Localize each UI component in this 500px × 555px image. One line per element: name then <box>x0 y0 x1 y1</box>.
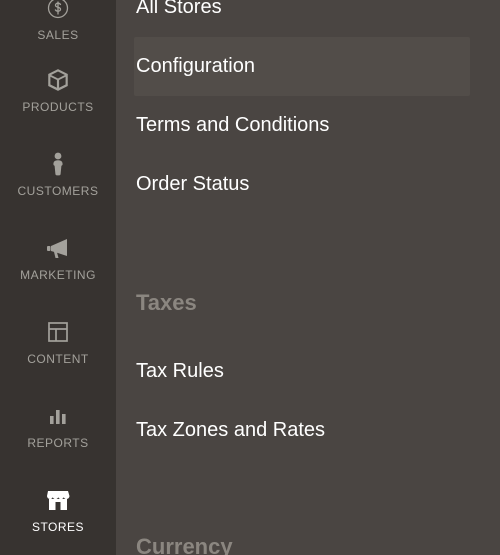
menu-item-label: Configuration <box>136 55 255 78</box>
menu-item-label: Terms and Conditions <box>136 114 329 137</box>
sidebar-label-content: CONTENT <box>27 352 89 366</box>
section-heading-taxes: Taxes <box>136 290 492 316</box>
dollar-icon <box>44 0 72 22</box>
sidebar-label-customers: CUSTOMERS <box>18 184 99 198</box>
main-sidebar: SALES PRODUCTS CUSTOMERS <box>0 0 116 555</box>
box-icon <box>44 66 72 94</box>
layout-icon <box>44 318 72 346</box>
menu-item-order-status[interactable]: Order Status <box>136 155 492 214</box>
sidebar-item-products[interactable]: PRODUCTS <box>0 48 116 132</box>
menu-item-label: All Stores <box>136 0 222 19</box>
bars-icon <box>44 402 72 430</box>
store-icon <box>44 486 72 514</box>
menu-item-configuration[interactable]: Configuration <box>134 37 470 96</box>
menu-item-label: Order Status <box>136 173 249 196</box>
app-root: SALES PRODUCTS CUSTOMERS <box>0 0 500 555</box>
sidebar-item-content[interactable]: CONTENT <box>0 300 116 384</box>
menu-item-label: Tax Zones and Rates <box>136 419 325 442</box>
sidebar-label-products: PRODUCTS <box>22 100 93 114</box>
person-icon <box>44 150 72 178</box>
menu-item-tax-zones-and-rates[interactable]: Tax Zones and Rates <box>136 401 492 460</box>
sidebar-item-sales[interactable]: SALES <box>0 0 116 48</box>
menu-item-terms-and-conditions[interactable]: Terms and Conditions <box>136 96 492 155</box>
sidebar-label-stores: STORES <box>32 520 84 534</box>
megaphone-icon <box>44 234 72 262</box>
sidebar-label-sales: SALES <box>37 28 78 42</box>
sidebar-item-customers[interactable]: CUSTOMERS <box>0 132 116 216</box>
sidebar-item-marketing[interactable]: MARKETING <box>0 216 116 300</box>
stores-submenu-panel: All Stores Configuration Terms and Condi… <box>116 0 500 555</box>
sidebar-label-reports: REPORTS <box>27 436 88 450</box>
section-heading-currency: Currency <box>136 536 492 555</box>
sidebar-label-marketing: MARKETING <box>20 268 96 282</box>
sidebar-item-reports[interactable]: REPORTS <box>0 384 116 468</box>
sidebar-item-stores[interactable]: STORES <box>0 468 116 552</box>
menu-item-all-stores[interactable]: All Stores <box>136 0 492 37</box>
menu-item-tax-rules[interactable]: Tax Rules <box>136 342 492 401</box>
menu-item-label: Tax Rules <box>136 360 224 383</box>
